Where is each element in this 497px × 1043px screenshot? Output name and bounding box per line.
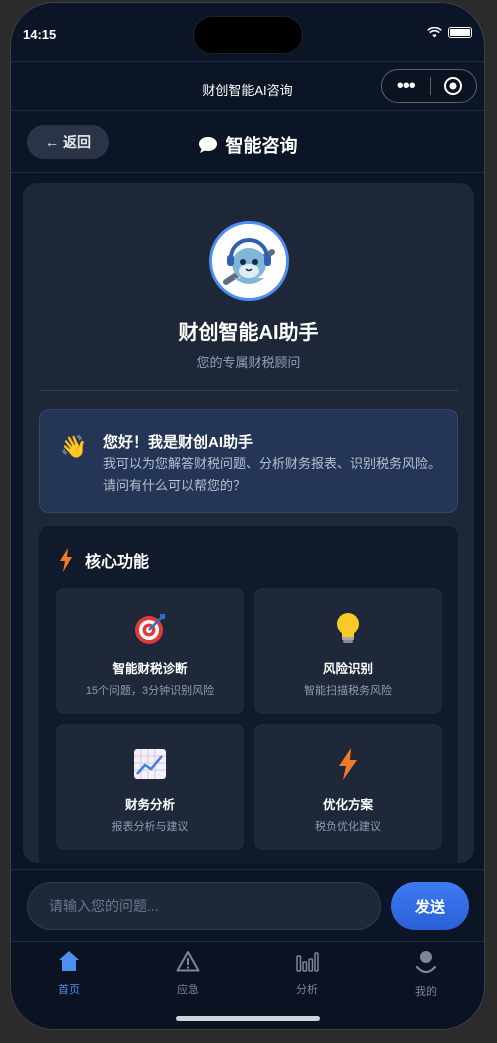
greeting-title: 您好！我是财创AI助手 [103,434,254,451]
input-bar: 发送 [11,869,484,941]
feature-title: 财务分析 [124,798,175,812]
page-title: 智能咨询 [11,132,484,158]
feature-title: 智能财税诊断 [112,662,188,676]
status-bar: 14:15 [11,3,484,61]
greeting-text: 我可以为您解答财税问题、分析财务报表、识别税务风险。请问有什么可以帮您的？ [103,456,442,493]
features-title: 核心功能 [85,554,150,571]
lightning-icon [60,548,72,572]
feature-title: 优化方案 [322,798,373,812]
dynamic-island [193,16,303,54]
warning-icon [176,951,200,972]
question-input[interactable] [27,882,381,930]
lightbulb-icon [254,612,442,646]
more-menu-button[interactable]: ••• [382,71,430,101]
tab-label: 首页 [58,984,80,996]
page-header: ← 返回 智能咨询 [11,111,484,173]
tab-label: 应急 [177,984,199,996]
lightning-icon [254,748,442,780]
status-time: 14:15 [23,27,57,42]
mini-program-navbar: 财创智能AI咨询 ••• [11,61,484,111]
send-button[interactable]: 发送 [391,882,469,930]
target-icon [56,612,244,646]
feature-tile-diagnosis[interactable]: 智能财税诊断 15个问题，3分钟识别风险 [56,588,244,714]
robot-mascot-icon [209,221,289,301]
tab-profile[interactable]: 我的 [386,950,466,999]
tab-home[interactable]: 首页 [29,950,109,997]
assistant-card: 财创智能AI助手 您的专属财税顾问 👋 您好！我是财创AI助手 我可以为您解答财… [23,183,474,863]
tab-analysis[interactable]: 分析 [267,950,347,997]
battery-icon [448,27,472,38]
features-header: 核心功能 [59,548,149,572]
feature-tile-analysis[interactable]: 财务分析 报表分析与建议 [56,724,244,850]
feature-desc: 报表分析与建议 [111,821,189,833]
wifi-icon [427,27,442,38]
tab-label: 我的 [415,986,437,998]
bar-chart-icon [296,952,319,972]
core-features-section: 核心功能 智能财税诊断 15个问题，3分钟识别风险 风险识别 智能扫描税务风险 [39,526,458,863]
feature-tile-risk[interactable]: 风险识别 智能扫描税务风险 [254,588,442,714]
features-grid: 智能财税诊断 15个问题，3分钟识别风险 风险识别 智能扫描税务风险 财务分析 … [56,588,442,850]
divider [39,390,458,391]
system-icons [427,27,472,38]
capsule-menu: ••• [381,69,477,103]
close-miniprogram-button[interactable] [430,76,476,96]
assistant-name: 财创智能AI助手 [178,322,319,344]
tab-emergency[interactable]: 应急 [148,950,228,997]
page-title-text: 智能咨询 [225,136,298,156]
home-icon [59,951,79,971]
assistant-subtitle: 您的专属财税顾问 [196,355,301,370]
feature-title: 风险识别 [322,662,373,676]
feature-tile-optimize[interactable]: 优化方案 税负优化建议 [254,724,442,850]
greeting-box: 👋 您好！我是财创AI助手 我可以为您解答财税问题、分析财务报表、识别税务风险。… [39,409,458,513]
target-circle-icon [444,77,463,95]
tab-label: 分析 [296,984,318,996]
chat-bubble-icon [198,137,217,153]
user-icon [415,951,437,974]
waving-hand-icon: 👋 [60,434,88,459]
feature-desc: 税负优化建议 [315,821,381,833]
home-indicator[interactable] [176,1016,320,1021]
phone-frame: 14:15 财创智能AI咨询 ••• ← 返回 智能咨询 财创智能AI助手 您的… [10,2,485,1030]
feature-desc: 智能扫描税务风险 [304,685,392,697]
feature-desc: 15个问题，3分钟识别风险 [85,685,215,697]
chart-icon [56,748,244,780]
